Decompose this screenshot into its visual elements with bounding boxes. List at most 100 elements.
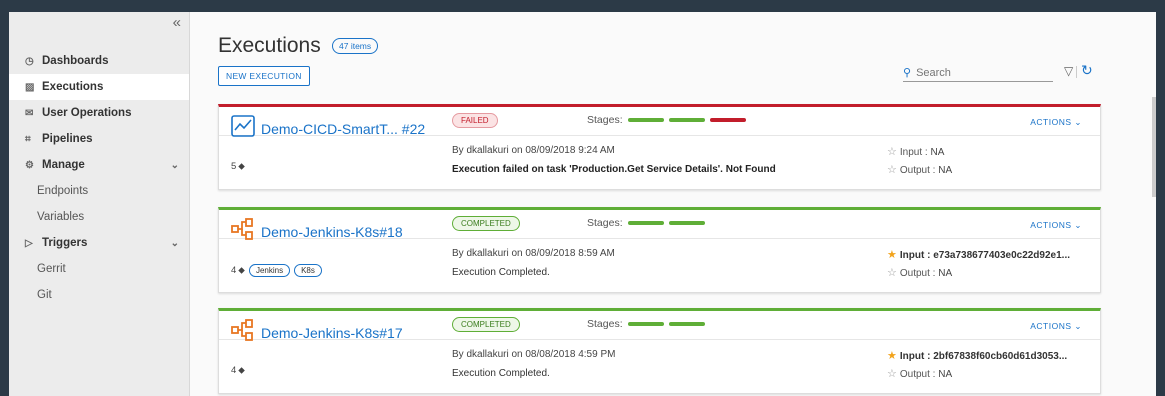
search-input[interactable] — [916, 66, 1037, 79]
stage-bar[interactable] — [668, 118, 705, 122]
sidebar-item-label: Triggers — [42, 237, 88, 249]
execution-card: Demo-CICD-SmartT... #22 5 ⬥ FAILED Stages: A… — [218, 104, 1101, 190]
tag-count: 5 — [231, 161, 237, 172]
pipeline-icon: ⌗ — [25, 133, 31, 145]
stages-indicator: Stages: — [587, 217, 705, 229]
stages-indicator: Stages: — [587, 114, 746, 126]
sidebar: « ◷ Dashboards ▨ Executions ✉ User Operations… — [9, 12, 190, 396]
new-execution-button[interactable]: NEW EXECUTION — [218, 66, 310, 86]
stages-indicator: Stages: — [587, 318, 705, 330]
chart-window-icon — [231, 115, 255, 142]
sidebar-item-dashboards[interactable]: ◷ Dashboards — [9, 48, 189, 74]
star-icon: ☆ — [887, 164, 897, 176]
output-field[interactable]: ☆ Output : NA — [887, 266, 952, 279]
trigger-icon: ▷ — [25, 237, 33, 249]
execution-byline: By dkallakuri on 08/09/2018 9:24 AM — [452, 145, 615, 156]
execution-byline: By dkallakuri on 08/09/2018 8:59 AM — [452, 248, 615, 259]
tag-chip[interactable]: K8s — [294, 264, 322, 277]
status-badge: COMPLETED — [452, 216, 520, 231]
chevron-down-icon[interactable]: ⌄ — [171, 160, 179, 171]
stage-bar[interactable] — [709, 118, 746, 122]
chart-icon: ▨ — [25, 81, 35, 93]
sidebar-item-label: User Operations — [42, 107, 132, 119]
tag-icon: ⬥ — [238, 161, 245, 172]
output-value: NA — [938, 369, 953, 380]
output-value: NA — [938, 268, 953, 279]
toolbar-divider — [1076, 66, 1077, 78]
execution-name[interactable]: Demo-CICD-SmartT... #22 — [231, 115, 425, 142]
stage-bar[interactable] — [627, 221, 664, 225]
output-label: Output : — [899, 165, 936, 176]
sidebar-item-pipelines[interactable]: ⌗ Pipelines — [9, 126, 189, 152]
stage-bar[interactable] — [668, 221, 705, 225]
sidebar-item-label: Manage — [42, 159, 85, 171]
sidebar-item-executions[interactable]: ▨ Executions — [9, 74, 189, 100]
execution-message: Execution Completed. — [452, 267, 550, 278]
input-label: Input : — [899, 250, 931, 261]
tag-list: 4 ⬥ — [231, 365, 245, 376]
stage-bar[interactable] — [627, 322, 664, 326]
sidebar-item-git[interactable]: Git — [9, 282, 189, 308]
status-badge: COMPLETED — [452, 317, 520, 332]
sidebar-item-variables[interactable]: Variables — [9, 204, 189, 230]
input-value: e73a738677403e0c22d92e1... — [933, 250, 1070, 261]
refresh-icon[interactable]: ↻ — [1081, 62, 1093, 79]
input-field[interactable]: ★ Input : e73a738677403e0c22d92e1... — [887, 248, 1070, 261]
execution-name[interactable]: Demo-Jenkins-K8s#18 — [231, 218, 403, 245]
stages-label: Stages: — [587, 217, 623, 229]
output-label: Output : — [899, 268, 936, 279]
tag-count: 4 — [231, 265, 237, 276]
star-icon: ☆ — [887, 146, 897, 158]
filter-icon[interactable]: ▽ — [1064, 64, 1073, 78]
star-icon: ☆ — [887, 267, 897, 279]
stage-bar[interactable] — [627, 118, 664, 122]
scrollbar[interactable] — [1152, 97, 1156, 197]
sidebar-item-endpoints[interactable]: Endpoints — [9, 178, 189, 204]
execution-card: Demo-Jenkins-K8s#17 4 ⬥ COMPLETED Stages: AC… — [218, 308, 1101, 394]
actions-dropdown[interactable]: ACTIONS ⌄ — [1030, 321, 1082, 332]
actions-dropdown[interactable]: ACTIONS ⌄ — [1030, 117, 1082, 128]
stage-bar[interactable] — [668, 322, 705, 326]
input-label: Input : — [899, 351, 931, 362]
output-value: NA — [938, 165, 953, 176]
tag-chip[interactable]: Jenkins — [248, 264, 291, 277]
collapse-sidebar-icon[interactable]: « — [173, 14, 181, 31]
chevron-down-icon[interactable]: ⌄ — [171, 238, 179, 249]
tag-count: 4 — [231, 365, 237, 376]
execution-message: Execution failed on task 'Production.Get… — [452, 164, 776, 175]
tag-icon: ⬥ — [238, 265, 245, 276]
envelope-icon: ✉ — [25, 107, 34, 119]
execution-name-label: Demo-CICD-SmartT... #22 — [261, 120, 426, 137]
sidebar-item-label: Endpoints — [37, 185, 89, 197]
execution-message: Execution Completed. — [452, 368, 550, 379]
sidebar-item-gerrit[interactable]: Gerrit — [9, 256, 189, 282]
sidebar-item-label: Executions — [42, 81, 104, 93]
sidebar-item-triggers[interactable]: ▷ Triggers ⌄ — [9, 230, 189, 256]
tag-list: 5 ⬥ — [231, 161, 245, 172]
execution-name-label: Demo-Jenkins-K8s#17 — [261, 324, 403, 341]
output-field[interactable]: ☆ Output : NA — [887, 163, 952, 176]
star-icon: ★ — [887, 249, 897, 261]
status-badge: FAILED — [452, 113, 498, 128]
output-label: Output : — [899, 369, 936, 380]
item-count-badge: 47 items — [332, 38, 379, 54]
sidebar-item-label: Git — [37, 289, 52, 301]
sidebar-item-manage[interactable]: ⚙ Manage ⌄ — [9, 152, 189, 178]
actions-dropdown[interactable]: ACTIONS ⌄ — [1030, 220, 1082, 231]
pipeline-nodes-icon — [231, 218, 255, 245]
stages-label: Stages: — [587, 318, 623, 330]
tag-list: 4 ⬥ Jenkins K8s — [231, 264, 322, 277]
execution-name-label: Demo-Jenkins-K8s#18 — [261, 223, 403, 240]
gauge-icon: ◷ — [25, 55, 34, 67]
main-content: Executions 47 items NEW EXECUTION ⚲ ▽ ↻ … — [190, 12, 1156, 396]
execution-name[interactable]: Demo-Jenkins-K8s#17 — [231, 319, 403, 346]
sidebar-item-label: Variables — [37, 211, 85, 223]
input-field[interactable]: ☆ Input : NA — [887, 145, 944, 158]
input-field[interactable]: ★ Input : 2bf67838f60cb60d61d3053... — [887, 349, 1067, 362]
input-value: NA — [930, 147, 945, 158]
tag-icon: ⬥ — [238, 365, 245, 376]
sidebar-item-user-operations[interactable]: ✉ User Operations — [9, 100, 189, 126]
sidebar-item-label: Dashboards — [42, 55, 109, 67]
output-field[interactable]: ☆ Output : NA — [887, 367, 952, 380]
sidebar-item-label: Pipelines — [42, 133, 93, 145]
